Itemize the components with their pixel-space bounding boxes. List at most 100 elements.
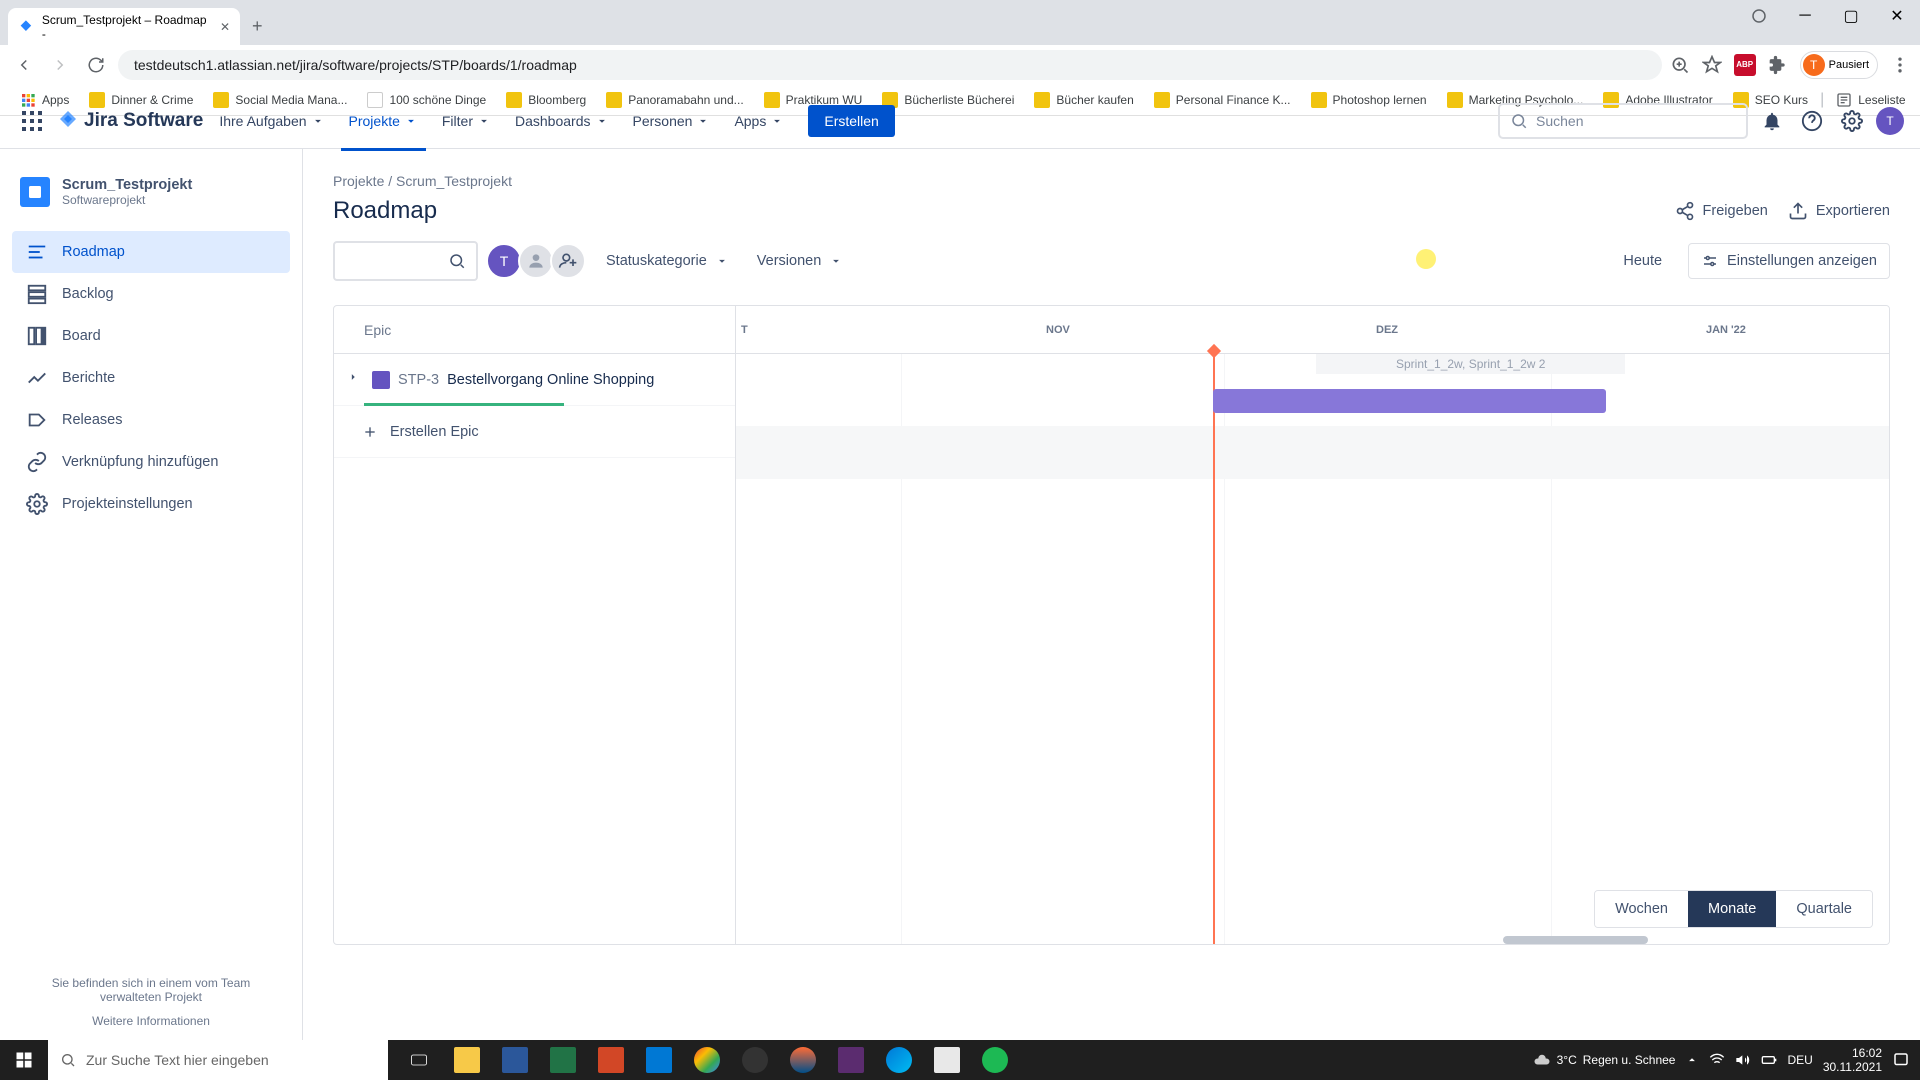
close-tab-icon[interactable]: ✕ bbox=[220, 20, 230, 34]
nav-apps[interactable]: Apps bbox=[726, 107, 792, 135]
sidebar-item-releases[interactable]: Releases bbox=[12, 399, 290, 441]
taskbar-app[interactable] bbox=[780, 1040, 826, 1080]
sidebar-item-add-link[interactable]: Verknüpfung hinzufügen bbox=[12, 441, 290, 483]
version-filter[interactable]: Versionen bbox=[749, 247, 852, 275]
reload-button[interactable] bbox=[82, 51, 110, 79]
epic-timeline-bar[interactable] bbox=[1213, 389, 1606, 413]
help-button[interactable] bbox=[1796, 105, 1828, 137]
start-button[interactable] bbox=[0, 1040, 48, 1080]
zoom-months[interactable]: Monate bbox=[1688, 891, 1776, 927]
epic-row[interactable]: STP-3 Bestellvorgang Online Shopping bbox=[334, 354, 735, 406]
clock-time[interactable]: 16:02 bbox=[1823, 1046, 1882, 1060]
zoom-weeks[interactable]: Wochen bbox=[1595, 891, 1688, 927]
volume-icon[interactable] bbox=[1735, 1052, 1751, 1068]
battery-icon[interactable] bbox=[1761, 1052, 1777, 1068]
timeline-header: T NOV DEZ JAN '22 bbox=[736, 306, 1889, 354]
add-person-filter[interactable] bbox=[550, 243, 586, 279]
sidebar-item-reports[interactable]: Berichte bbox=[12, 357, 290, 399]
address-bar[interactable]: testdeutsch1.atlassian.net/jira/software… bbox=[118, 50, 1662, 80]
minimize-button[interactable]: ─ bbox=[1782, 0, 1828, 32]
sidebar-item-board[interactable]: Board bbox=[12, 315, 290, 357]
taskbar-app[interactable] bbox=[924, 1040, 970, 1080]
create-button[interactable]: Erstellen bbox=[808, 105, 894, 137]
abp-icon[interactable]: ABP bbox=[1734, 54, 1756, 76]
wifi-icon[interactable] bbox=[1709, 1052, 1725, 1068]
show-settings-button[interactable]: Einstellungen anzeigen bbox=[1688, 243, 1890, 279]
taskbar-app[interactable] bbox=[972, 1040, 1018, 1080]
taskbar-app[interactable] bbox=[492, 1040, 538, 1080]
taskbar-app[interactable] bbox=[732, 1040, 778, 1080]
taskbar-app[interactable] bbox=[636, 1040, 682, 1080]
close-window-button[interactable]: ✕ bbox=[1874, 0, 1920, 32]
zoom-quarters[interactable]: Quartale bbox=[1776, 891, 1872, 927]
back-button[interactable] bbox=[10, 51, 38, 79]
maximize-button[interactable]: ▢ bbox=[1828, 0, 1874, 32]
nav-your-work[interactable]: Ihre Aufgaben bbox=[211, 107, 332, 135]
profile-status: Pausiert bbox=[1829, 59, 1869, 71]
taskbar-app[interactable] bbox=[828, 1040, 874, 1080]
taskbar-app[interactable] bbox=[876, 1040, 922, 1080]
project-header[interactable]: Scrum_Testprojekt Softwareprojekt bbox=[12, 169, 290, 215]
search-input[interactable]: Suchen bbox=[1498, 103, 1748, 139]
weather-widget[interactable]: 3°C Regen u. Schnee bbox=[1533, 1051, 1676, 1069]
task-view-button[interactable] bbox=[396, 1040, 442, 1080]
sidebar-footer-link[interactable]: Weitere Informationen bbox=[20, 1004, 282, 1028]
board-icon bbox=[26, 325, 48, 347]
menu-icon[interactable] bbox=[1890, 55, 1910, 75]
breadcrumb-project[interactable]: Scrum_Testprojekt bbox=[396, 173, 512, 189]
zoom-icon[interactable] bbox=[1670, 55, 1690, 75]
chrome-ring-icon[interactable] bbox=[1736, 0, 1782, 32]
language-indicator[interactable]: DEU bbox=[1787, 1053, 1812, 1067]
epic-expand-toggle[interactable] bbox=[342, 366, 364, 393]
gear-icon bbox=[26, 493, 48, 515]
bookmark-item[interactable]: Photoshop lernen bbox=[1303, 88, 1435, 112]
bookmark-item[interactable]: Personal Finance K... bbox=[1146, 88, 1299, 112]
app-icon bbox=[838, 1047, 864, 1073]
sliders-icon bbox=[1701, 252, 1719, 270]
notifications-button[interactable] bbox=[1756, 105, 1788, 137]
create-epic-button[interactable]: Erstellen Epic bbox=[334, 406, 735, 458]
extensions-icon[interactable] bbox=[1768, 55, 1788, 75]
taskbar-app[interactable] bbox=[684, 1040, 730, 1080]
export-icon bbox=[1788, 201, 1808, 221]
status-filter[interactable]: Statuskategorie bbox=[598, 247, 737, 275]
epic-title: Bestellvorgang Online Shopping bbox=[447, 372, 654, 388]
nav-projects[interactable]: Projekte bbox=[341, 107, 426, 135]
roadmap-search[interactable] bbox=[333, 241, 478, 281]
profile-chip[interactable]: T Pausiert bbox=[1800, 51, 1878, 79]
sidebar-item-roadmap[interactable]: Roadmap bbox=[12, 231, 290, 273]
settings-button[interactable] bbox=[1836, 105, 1868, 137]
forward-button[interactable] bbox=[46, 51, 74, 79]
jira-logo[interactable]: Jira Software bbox=[56, 109, 203, 133]
taskbar-app[interactable] bbox=[444, 1040, 490, 1080]
nav-dashboards[interactable]: Dashboards bbox=[507, 107, 617, 135]
breadcrumb-projects[interactable]: Projekte bbox=[333, 173, 384, 189]
nav-people[interactable]: Personen bbox=[625, 107, 719, 135]
bookmark-item[interactable]: Bücher kaufen bbox=[1026, 88, 1141, 112]
bookmark-item[interactable]: Bücherliste Bücherei bbox=[874, 88, 1022, 112]
month-label: T bbox=[741, 324, 748, 336]
today-button[interactable]: Heute bbox=[1609, 245, 1676, 277]
month-label: JAN '22 bbox=[1706, 324, 1746, 336]
new-tab-button[interactable]: + bbox=[240, 8, 275, 45]
app-switcher-button[interactable] bbox=[16, 105, 48, 137]
timeline-scrollbar[interactable] bbox=[1503, 936, 1648, 944]
epic-column-header: Epic bbox=[334, 306, 735, 354]
taskbar-search[interactable]: Zur Suche Text hier eingeben bbox=[48, 1040, 388, 1080]
url-text: testdeutsch1.atlassian.net/jira/software… bbox=[134, 57, 577, 73]
taskbar-app[interactable] bbox=[540, 1040, 586, 1080]
chevron-up-icon[interactable] bbox=[1685, 1053, 1699, 1067]
taskbar-app[interactable] bbox=[588, 1040, 634, 1080]
user-avatar-filter[interactable]: T bbox=[486, 243, 522, 279]
sidebar-item-settings[interactable]: Projekteinstellungen bbox=[12, 483, 290, 525]
share-button[interactable]: Freigeben bbox=[1675, 201, 1768, 221]
sidebar-item-backlog[interactable]: Backlog bbox=[12, 273, 290, 315]
notifications-icon[interactable] bbox=[1892, 1051, 1910, 1069]
export-button[interactable]: Exportieren bbox=[1788, 201, 1890, 221]
star-icon[interactable] bbox=[1702, 55, 1722, 75]
user-avatar[interactable]: T bbox=[1876, 107, 1904, 135]
nav-filters[interactable]: Filter bbox=[434, 107, 499, 135]
unassigned-avatar-filter[interactable] bbox=[518, 243, 554, 279]
browser-tab[interactable]: Scrum_Testprojekt – Roadmap - ✕ bbox=[8, 8, 240, 45]
timeline-body[interactable] bbox=[736, 354, 1889, 944]
